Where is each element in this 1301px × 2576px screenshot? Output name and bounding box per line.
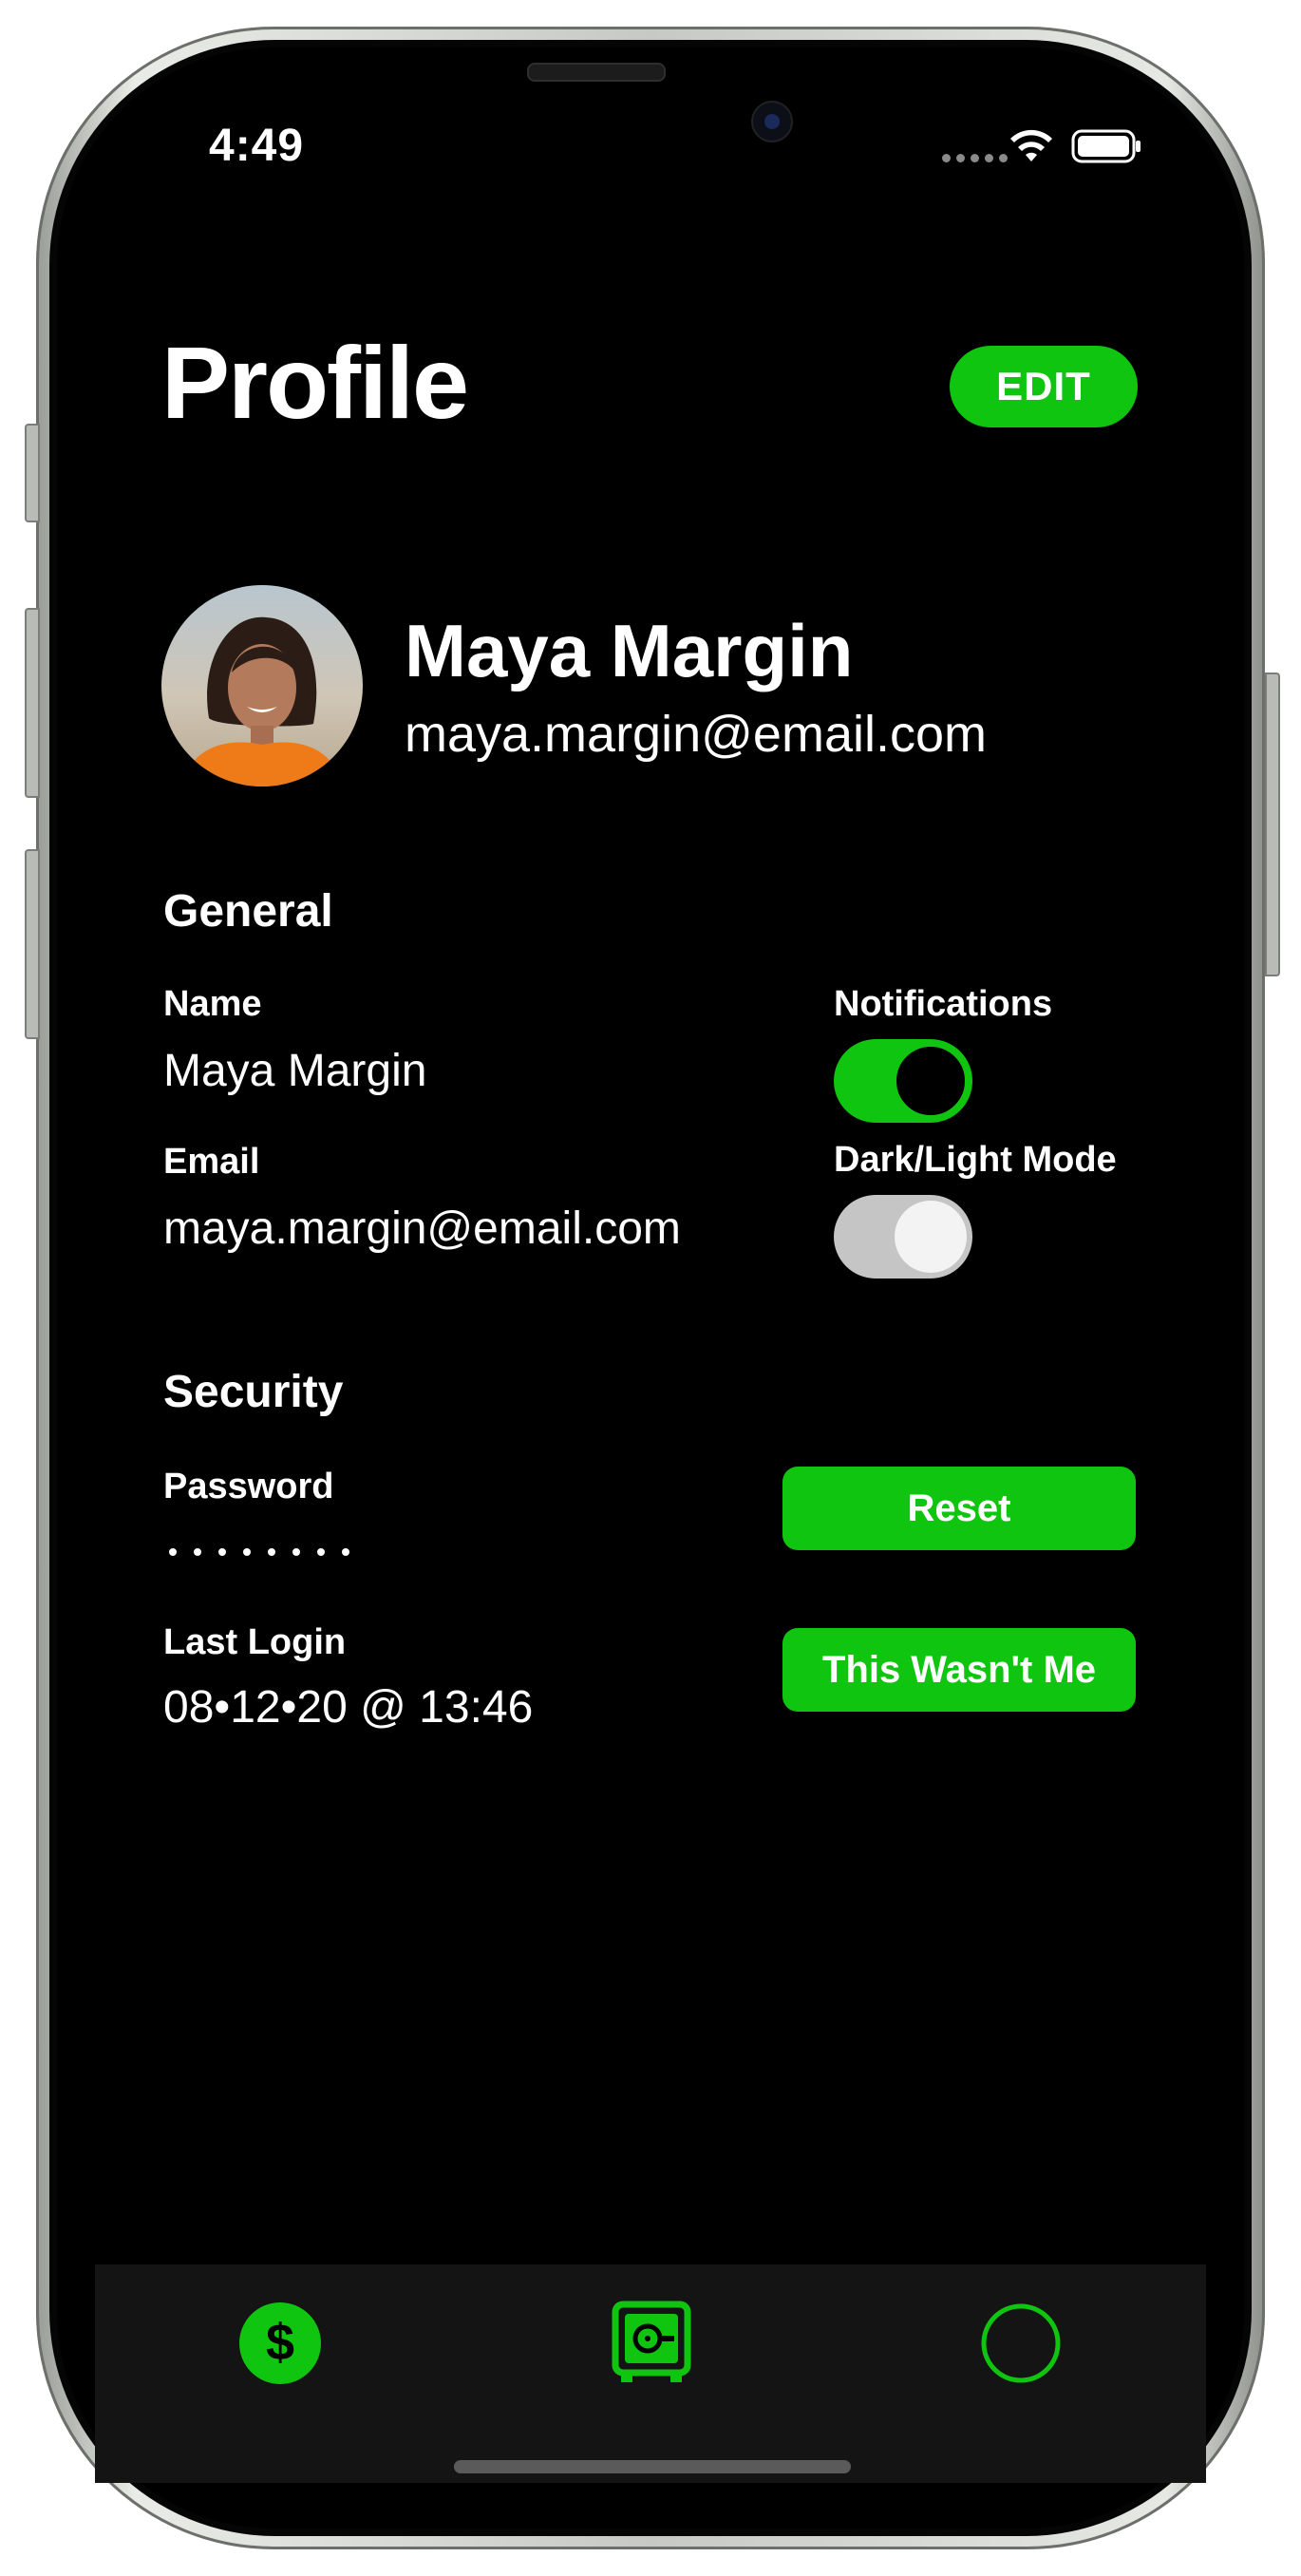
volume-down-button xyxy=(25,849,40,1039)
power-button xyxy=(1265,672,1280,976)
name-label: Name xyxy=(163,984,262,1024)
toggle-knob xyxy=(895,1201,967,1273)
wifi-icon xyxy=(1010,129,1052,161)
password-label: Password xyxy=(163,1467,334,1506)
security-section-title: Security xyxy=(163,1367,344,1417)
profile-name: Maya Margin xyxy=(405,609,854,692)
general-section-title: General xyxy=(163,886,333,937)
avatar[interactable] xyxy=(161,585,363,786)
dollar-icon[interactable]: $ xyxy=(239,2302,321,2384)
home-indicator[interactable] xyxy=(454,2460,851,2473)
status-time: 4:49 xyxy=(209,121,305,171)
last-login-label: Last Login xyxy=(163,1622,347,1662)
volume-up-button xyxy=(25,608,40,798)
avatar-photo xyxy=(161,585,363,786)
circle-icon[interactable] xyxy=(980,2302,1062,2384)
mute-switch xyxy=(25,424,40,522)
last-login-value: 08•12•20 @ 13:46 xyxy=(163,1682,534,1733)
mode-label: Dark/Light Mode xyxy=(834,1140,1117,1180)
signal-dots-icon xyxy=(942,154,1008,162)
email-value: maya.margin@email.com xyxy=(163,1203,681,1254)
earpiece-speaker xyxy=(527,63,666,82)
edit-button[interactable]: EDIT xyxy=(950,346,1138,427)
profile-email: maya.margin@email.com xyxy=(405,706,987,763)
battery-icon xyxy=(1071,129,1141,163)
this-wasnt-me-button[interactable]: This Wasn't Me xyxy=(782,1628,1136,1712)
dark-light-mode-toggle[interactable] xyxy=(834,1195,972,1279)
reset-password-button[interactable]: Reset xyxy=(782,1467,1136,1550)
svg-text:$: $ xyxy=(266,2314,294,2371)
page-title: Profile xyxy=(161,325,469,440)
notifications-toggle[interactable] xyxy=(834,1039,972,1123)
name-value: Maya Margin xyxy=(163,1046,427,1096)
email-label: Email xyxy=(163,1142,260,1182)
notifications-label: Notifications xyxy=(834,984,1053,1024)
toggle-knob xyxy=(893,1043,969,1119)
password-value xyxy=(169,1548,349,1556)
safe-icon[interactable] xyxy=(612,2301,691,2384)
front-camera xyxy=(751,101,793,142)
